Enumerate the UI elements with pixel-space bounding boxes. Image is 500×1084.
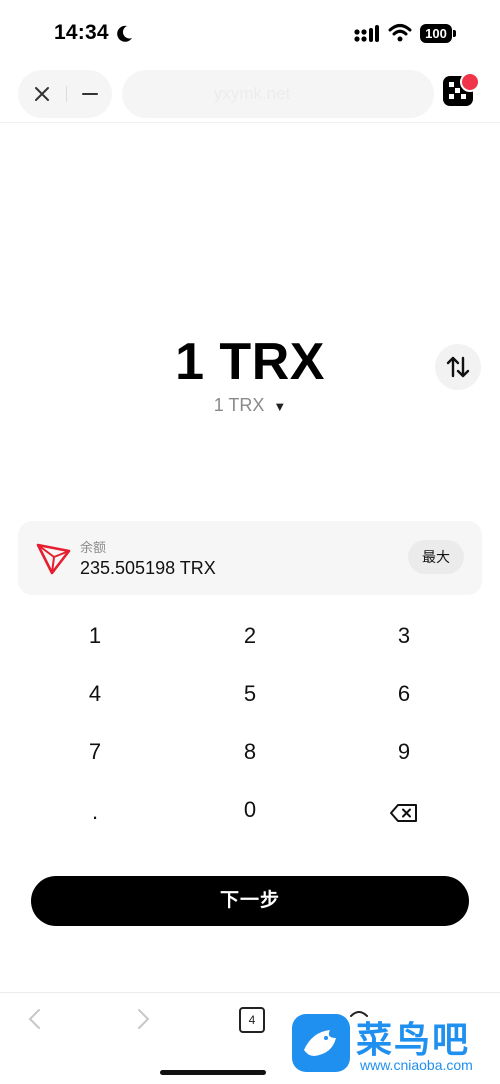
swap-arrows-icon (446, 356, 470, 378)
key-decimal[interactable]: . (20, 785, 170, 839)
key-3[interactable]: 3 (329, 609, 479, 663)
wifi-icon (388, 24, 412, 42)
signal-icon (354, 25, 379, 42)
status-time: 14:34 (54, 21, 109, 44)
battery-tip (453, 30, 456, 37)
key-8[interactable]: 8 (175, 725, 325, 779)
balance-value: 235.505198 TRX (80, 558, 216, 578)
forward-arrow-icon[interactable] (132, 1006, 154, 1032)
minimize-icon[interactable] (74, 78, 106, 110)
key-6[interactable]: 6 (329, 667, 479, 721)
swap-button[interactable] (435, 344, 481, 390)
tron-badge-icon (460, 72, 480, 92)
key-1[interactable]: 1 (20, 609, 170, 663)
amount-secondary: 1 TRX (213, 395, 265, 415)
battery-level: 100 (425, 26, 447, 41)
backspace-icon (390, 804, 417, 823)
key-7[interactable]: 7 (20, 725, 170, 779)
watermark-bird-icon (292, 1014, 350, 1072)
back-arrow-icon[interactable] (24, 1006, 46, 1032)
watermark-url: www.cniaoba.com (360, 1057, 473, 1073)
home-indicator (160, 1070, 266, 1075)
bird-icon (304, 1030, 336, 1056)
key-2[interactable]: 2 (175, 609, 325, 663)
header-divider (0, 122, 500, 123)
tron-logo-icon (36, 543, 71, 575)
divider (66, 86, 67, 102)
key-0[interactable]: 0 (175, 783, 325, 837)
amount-unit-selector[interactable]: 1 TRX ▼ (0, 395, 500, 416)
caret-down-icon: ▼ (273, 399, 287, 414)
amount-input-display[interactable]: 1 TRX (0, 332, 500, 392)
max-button[interactable]: 最大 (408, 540, 464, 574)
moon-icon (117, 25, 132, 42)
balance-label: 余额 (80, 540, 107, 555)
key-4[interactable]: 4 (20, 667, 170, 721)
next-step-button[interactable]: 下一步 (31, 876, 469, 926)
key-5[interactable]: 5 (175, 667, 325, 721)
watermark-title: 菜鸟吧 (356, 1019, 471, 1061)
close-icon[interactable] (26, 78, 58, 110)
tabs-button[interactable]: 4 (239, 1007, 265, 1033)
bottom-divider (0, 992, 500, 993)
key-backspace[interactable] (329, 785, 479, 839)
url-text: yxymk.net (213, 84, 291, 103)
key-9[interactable]: 9 (329, 725, 479, 779)
